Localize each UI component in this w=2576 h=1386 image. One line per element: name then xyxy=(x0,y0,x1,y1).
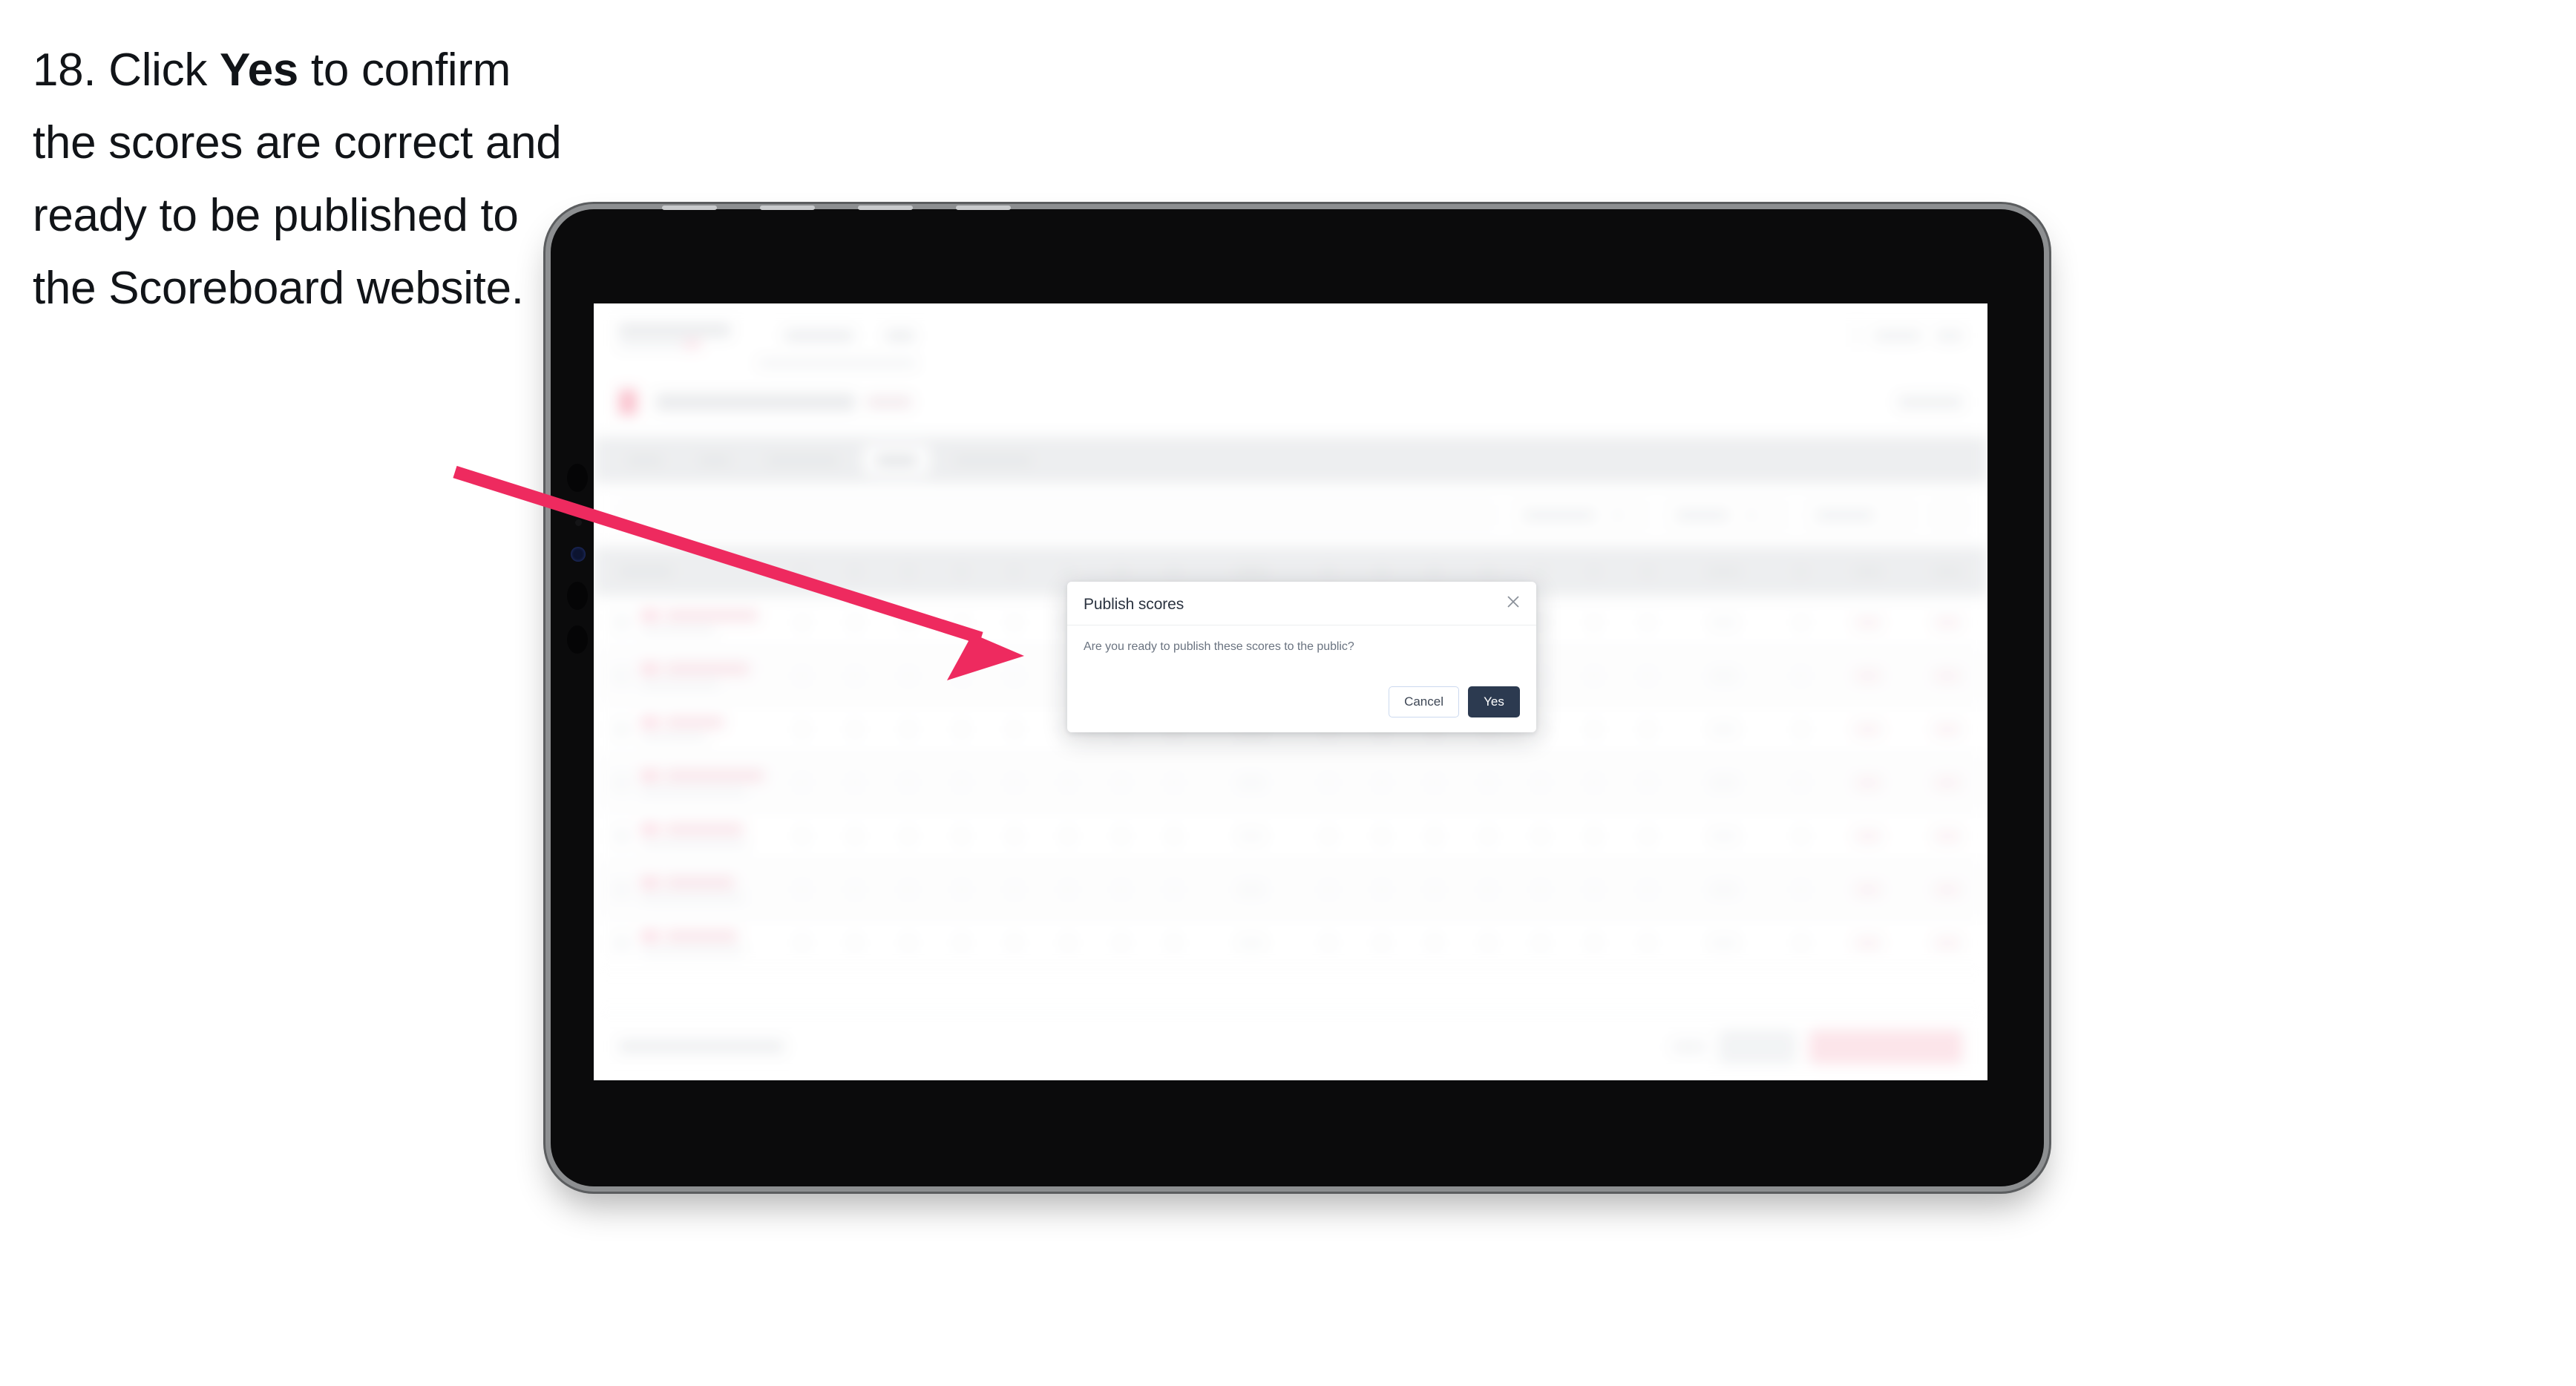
dialog-title: Publish scores xyxy=(1084,596,1184,613)
step-number: 18. xyxy=(33,45,96,96)
yes-button[interactable]: Yes xyxy=(1468,686,1520,717)
camera-lens-icon xyxy=(571,547,586,562)
tablet-device: Publish scores Are you ready to publish … xyxy=(551,206,2044,1186)
ambient-sensor-icon xyxy=(575,519,582,526)
dialog-header: Publish scores xyxy=(1067,582,1536,625)
dialog-body: Are you ready to publish these scores to… xyxy=(1067,625,1536,654)
page-root: 18. Click Yes to confirm the scores are … xyxy=(0,0,2576,1386)
instruction-caption: 18. Click Yes to confirm the scores are … xyxy=(33,34,582,325)
publish-scores-dialog: Publish scores Are you ready to publish … xyxy=(1067,582,1536,732)
tablet-screen: Publish scores Are you ready to publish … xyxy=(594,303,1987,1080)
dialog-message: Are you ready to publish these scores to… xyxy=(1084,640,1354,653)
dialog-actions: Cancel Yes xyxy=(1067,686,1536,732)
speaker-hole-icon-2 xyxy=(567,625,588,654)
caption-emphasis: Yes xyxy=(219,45,298,96)
caption-text-before: Click xyxy=(96,45,220,96)
speaker-hole-icon xyxy=(567,582,588,610)
tablet-top-antenna-marks xyxy=(662,206,1137,210)
front-camera-icon xyxy=(567,464,588,492)
close-icon[interactable] xyxy=(1502,591,1524,613)
cancel-button[interactable]: Cancel xyxy=(1389,686,1459,717)
